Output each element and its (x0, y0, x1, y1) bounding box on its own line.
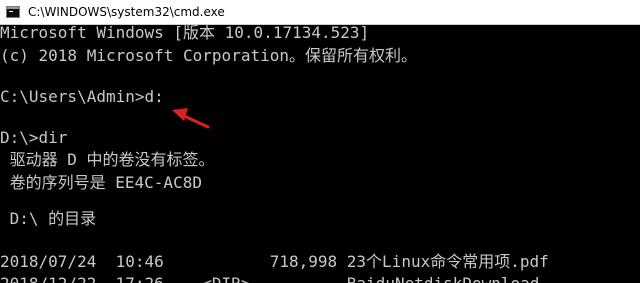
console-line-prompt-dir: D:\>dir (0, 128, 68, 147)
cmd-window: C:\WINDOWS\system32\cmd.exe Microsoft Wi… (0, 0, 640, 283)
console-line-serial: 卷的序列号是 EE4C-AC8D (0, 173, 202, 192)
console-output[interactable]: Microsoft Windows [版本 10.0.17134.523] (c… (0, 24, 640, 283)
console-line-file-row: 2018/07/24 10:46 718,998 23个Linux命令常用项.p… (0, 252, 549, 271)
title-bar[interactable]: C:\WINDOWS\system32\cmd.exe (0, 0, 640, 25)
console-line-prompt-d: C:\Users\Admin>d: (0, 87, 164, 106)
console-line-volume-label: 驱动器 D 中的卷没有标签。 (0, 150, 215, 169)
console-line-version: Microsoft Windows [版本 10.0.17134.523] (0, 24, 370, 42)
console-line-copyright: (c) 2018 Microsoft Corporation。保留所有权利。 (0, 46, 417, 65)
window-title: C:\WINDOWS\system32\cmd.exe (28, 5, 225, 19)
console-line-directory: D:\ 的目录 (0, 209, 97, 228)
cmd-console-icon (6, 6, 20, 18)
console-line-dir-row: 2018/12/22 17:26 <DIR> BaiduNetdiskDownl… (0, 274, 539, 283)
